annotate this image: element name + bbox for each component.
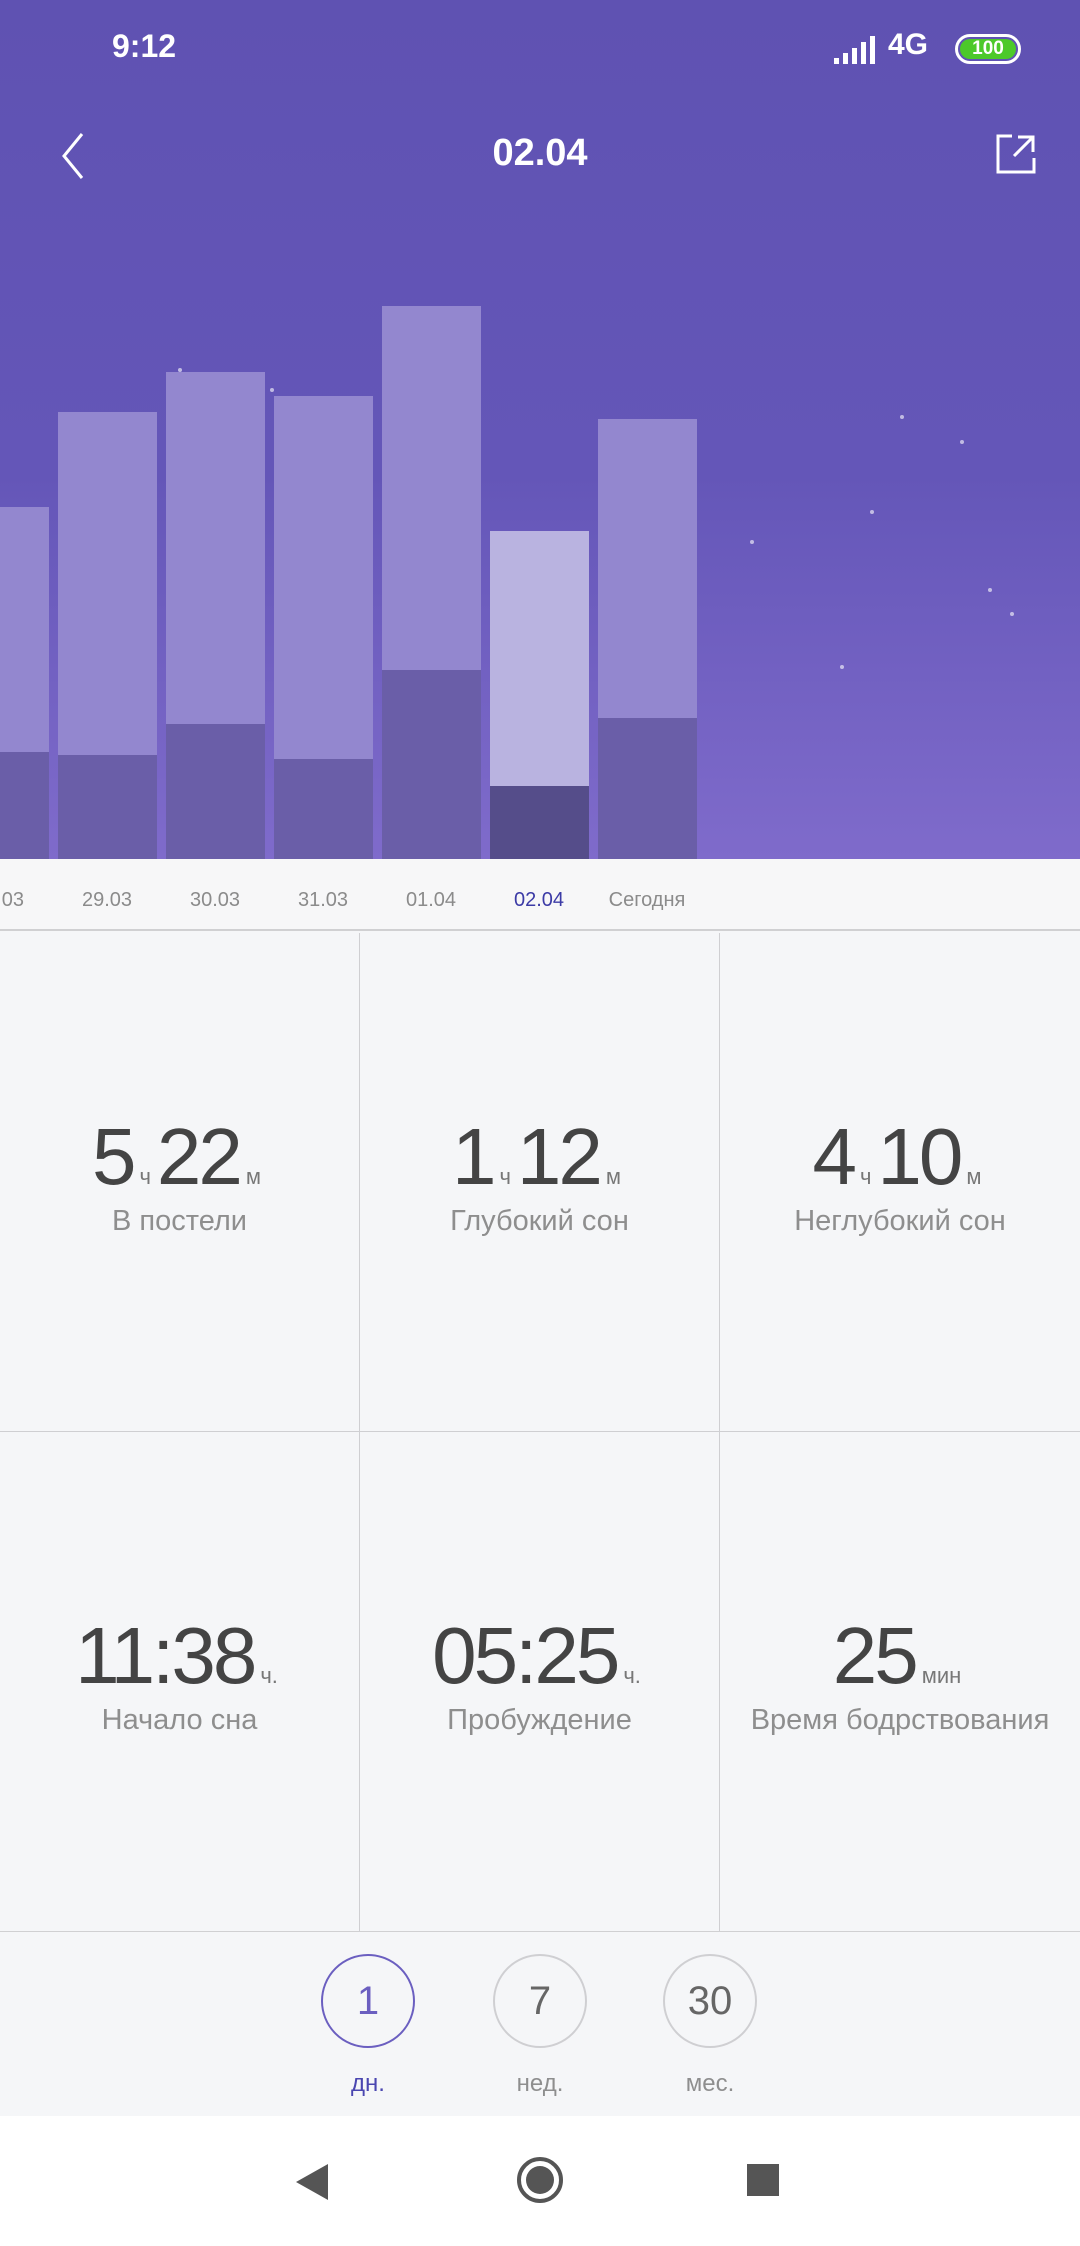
page-title: 02.04 <box>492 132 588 174</box>
stat-label: В постели <box>112 1205 247 1237</box>
hours-value: 1 <box>451 1112 496 1201</box>
date-label[interactable]: 01.04 <box>371 889 491 912</box>
sleep-bar[interactable] <box>0 506 49 859</box>
stat-light-sleep: 4 ч10 м Неглубокий сон <box>720 933 1080 1432</box>
minutes-unit: м <box>966 1164 982 1189</box>
share-button[interactable] <box>994 132 1038 176</box>
stat-label: Глубокий сон <box>450 1205 629 1237</box>
period-month-button[interactable]: 30 <box>663 1954 757 2048</box>
deep-sleep-segment <box>0 752 49 859</box>
stat-wake-up: 05:25 ч. Пробуждение <box>360 1432 720 1931</box>
stat-label: Пробуждение <box>447 1704 632 1736</box>
status-time: 9:12 <box>112 28 177 64</box>
hours-value: 4 <box>812 1112 856 1201</box>
duration-unit: мин <box>921 1663 962 1688</box>
date-label[interactable]: 29.03 <box>47 889 167 912</box>
stat-label: Неглубокий сон <box>794 1205 1006 1237</box>
hours-value: 5 <box>91 1112 136 1201</box>
deep-sleep-segment <box>58 755 157 859</box>
star-dot <box>840 665 844 669</box>
deep-sleep-segment <box>490 785 589 859</box>
hours-unit: ч <box>499 1164 511 1189</box>
star-dot <box>270 388 274 392</box>
time-value: 05:25 <box>432 1611 620 1700</box>
battery-icon: 100 <box>955 34 1021 64</box>
nav-recents-icon[interactable] <box>747 2164 779 2196</box>
deep-sleep-segment <box>274 759 373 859</box>
sleep-bar[interactable] <box>274 395 373 859</box>
period-week-button[interactable]: 7 <box>493 1954 587 2048</box>
star-dot <box>750 540 754 544</box>
stat-deep-sleep: 1 ч12 м Глубокий сон <box>360 933 720 1432</box>
date-label[interactable]: 02.04 <box>479 889 599 912</box>
period-day-label: дн. <box>351 2070 385 2097</box>
stat-awake-time: 25 мин Время бодрствования <box>720 1432 1080 1931</box>
period-month-label: мес. <box>685 2070 735 2097</box>
nav-back-icon[interactable] <box>294 2162 330 2202</box>
minutes-value: 22 <box>156 1112 243 1201</box>
sleep-bar[interactable] <box>490 531 589 859</box>
duration-value: 25 <box>832 1611 919 1700</box>
date-label[interactable]: 31.03 <box>263 889 383 912</box>
sleep-bar[interactable] <box>166 372 265 859</box>
stat-label: Начало сна <box>101 1704 258 1736</box>
hours-unit: ч <box>859 1164 872 1189</box>
date-label[interactable]: Сегодня <box>587 889 707 912</box>
star-dot <box>870 510 874 514</box>
star-dot <box>900 415 904 419</box>
sleep-chart-header: 9:12 4G 100 02.04 <box>0 0 1080 859</box>
nav-home-icon[interactable] <box>515 2155 565 2205</box>
star-dot <box>178 368 182 372</box>
battery-level: 100 <box>960 39 1016 59</box>
minutes-unit: м <box>245 1164 262 1189</box>
deep-sleep-segment <box>598 718 697 859</box>
period-week-label: нед. <box>516 2070 564 2097</box>
time-unit: ч. <box>260 1663 278 1688</box>
stat-label: Время бодрствования <box>750 1704 1050 1736</box>
star-dot <box>988 588 992 592</box>
period-day-button[interactable]: 1 <box>321 1954 415 2048</box>
deep-sleep-segment <box>166 723 265 859</box>
sleep-bar[interactable] <box>598 418 697 859</box>
hours-unit: ч <box>139 1164 151 1189</box>
signal-icon <box>834 36 875 64</box>
time-value: 11:38 <box>75 1611 257 1700</box>
sleep-bar[interactable] <box>58 411 157 859</box>
minutes-unit: м <box>605 1164 622 1189</box>
stats-grid: 5 ч22 м В постели 1 ч12 м Глубокий сон 4 ч10 м… <box>0 933 1080 1932</box>
time-unit: ч. <box>623 1663 641 1688</box>
date-axis: 28.0329.0330.0331.0301.0402.04Сегодня <box>0 859 1080 931</box>
deep-sleep-segment <box>382 669 481 859</box>
navigation-bar <box>0 2116 1080 2246</box>
stat-sleep-start: 11:38 ч. Начало сна <box>0 1432 360 1931</box>
minutes-value: 10 <box>877 1112 963 1201</box>
stat-in-bed: 5 ч22 м В постели <box>0 933 360 1432</box>
star-dot <box>960 440 964 444</box>
minutes-value: 12 <box>516 1112 603 1201</box>
sleep-bar[interactable] <box>382 305 481 859</box>
date-label[interactable]: 30.03 <box>155 889 275 912</box>
star-dot <box>1010 612 1014 616</box>
network-type: 4G <box>888 28 929 61</box>
